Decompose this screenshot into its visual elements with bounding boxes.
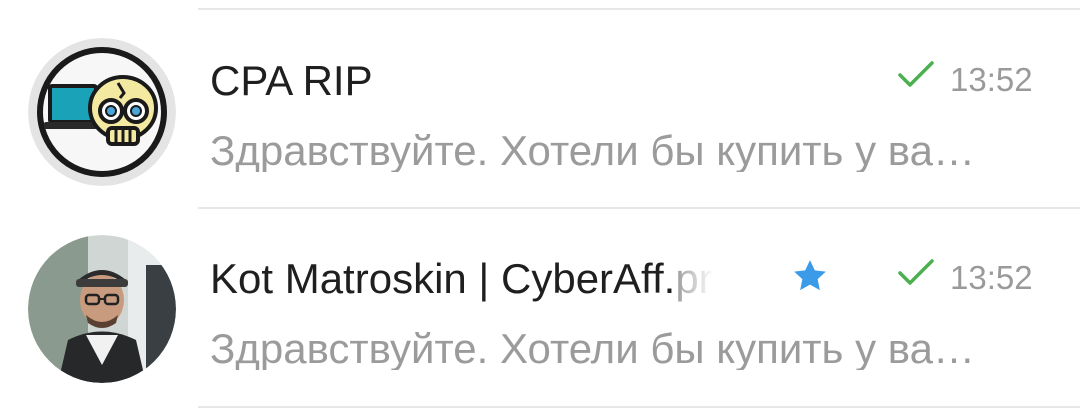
avatar[interactable] xyxy=(28,38,176,186)
message-time: 13:52 xyxy=(950,61,1033,98)
divider xyxy=(198,406,1080,408)
chat-row-cpa-rip[interactable]: CPA RIP 13:52 Здравствуйте. Хотели бы ку… xyxy=(0,10,1080,207)
message-preview: Здравствуйте. Хотели бы купить у ва… xyxy=(210,328,975,370)
chat-name: Kot Matroskin | CyberAff.pr xyxy=(210,258,713,300)
user-photo xyxy=(28,235,176,383)
message-time: 13:52 xyxy=(950,259,1033,296)
chat-list: CPA RIP 13:52 Здравствуйте. Хотели бы ку… xyxy=(0,0,1080,411)
read-check-icon xyxy=(898,259,934,285)
chat-name-text: Kot Matroskin | CyberAff. xyxy=(210,255,676,302)
message-preview: Здравствуйте. Хотели бы купить у ва… xyxy=(210,130,975,172)
chat-name: CPA RIP xyxy=(210,57,373,104)
star-icon xyxy=(794,260,826,291)
chat-row-kot-matroskin[interactable]: Kot Matroskin | CyberAff.pr 13:52 Здравс… xyxy=(0,210,1080,407)
avatar[interactable] xyxy=(28,235,176,383)
skull-laptop-logo xyxy=(28,38,176,186)
divider xyxy=(198,207,1080,209)
chat-name-truncated: pr xyxy=(675,255,713,302)
read-check-icon xyxy=(898,61,934,87)
